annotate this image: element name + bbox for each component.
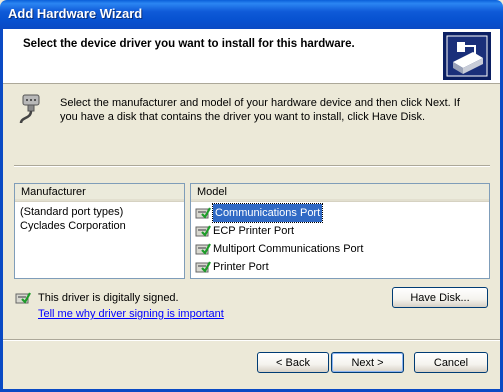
signed-driver-icon — [195, 261, 211, 273]
manufacturer-listbox[interactable]: Manufacturer (Standard port types) Cycla… — [14, 183, 185, 279]
signed-driver-icon — [195, 225, 211, 237]
manufacturer-column-header[interactable]: Manufacturer — [15, 184, 184, 202]
next-button[interactable]: Next > — [331, 352, 404, 373]
header-text: Select the device driver you want to ins… — [23, 38, 355, 50]
model-item-ecp-printer-port[interactable]: ECP Printer Port — [191, 222, 489, 240]
hardware-wizard-icon — [443, 32, 491, 80]
manufacturer-item-cyclades[interactable]: Cyclades Corporation — [15, 219, 184, 233]
have-disk-button[interactable]: Have Disk... — [392, 287, 488, 308]
manufacturer-item-standard-port-types[interactable]: (Standard port types) — [15, 205, 184, 219]
driver-signing-info-link[interactable]: Tell me why driver signing is important — [38, 308, 224, 320]
instruction-text: Select the manufacturer and model of you… — [60, 97, 460, 123]
port-connector-icon — [19, 94, 40, 124]
signed-driver-icon — [15, 292, 31, 304]
model-item-multiport-communications-port[interactable]: Multiport Communications Port — [191, 240, 489, 258]
signing-status-text: This driver is digitally signed. — [38, 292, 179, 304]
model-listbox[interactable]: Model Communications Port ECP Printer Po… — [190, 183, 490, 279]
model-column-header[interactable]: Model — [191, 184, 489, 202]
title-bar[interactable]: Add Hardware Wizard — [0, 0, 503, 29]
window-title: Add Hardware Wizard — [8, 6, 143, 21]
model-item-communications-port[interactable]: Communications Port — [191, 203, 489, 223]
signed-driver-icon — [195, 207, 211, 219]
signed-driver-icon — [195, 243, 211, 255]
separator-bottom — [3, 339, 500, 341]
cancel-button[interactable]: Cancel — [414, 352, 488, 373]
separator-top — [14, 165, 490, 167]
back-button[interactable]: < Back — [257, 352, 329, 373]
model-item-printer-port[interactable]: Printer Port — [191, 258, 489, 276]
wizard-header: Select the device driver you want to ins… — [3, 29, 500, 84]
